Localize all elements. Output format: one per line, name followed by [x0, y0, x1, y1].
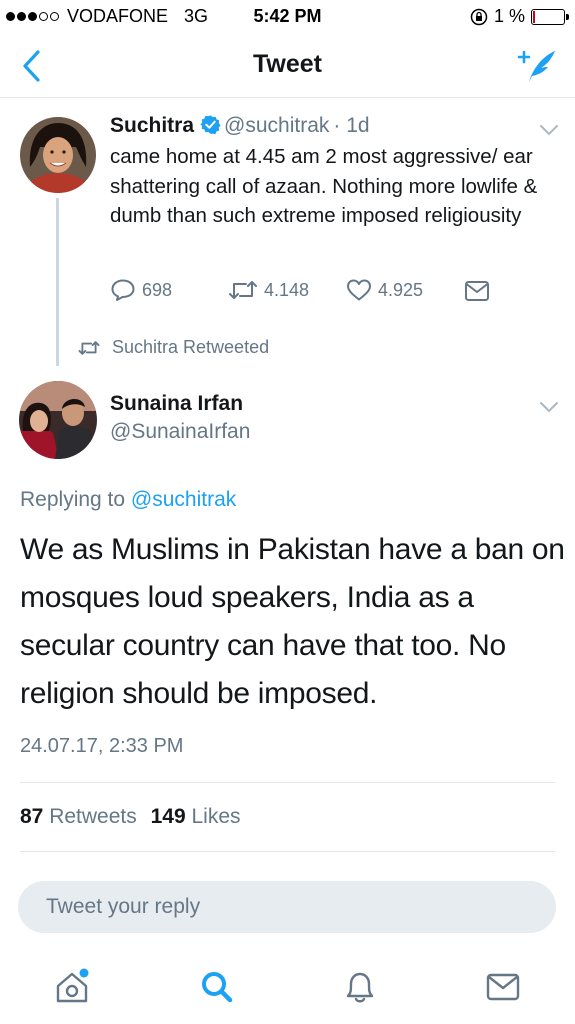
reply-input[interactable]: [18, 881, 556, 933]
divider: [20, 782, 555, 783]
tweet-stats: 87 Retweets 149 Likes: [20, 805, 241, 829]
heart-icon: [347, 279, 371, 301]
like-action[interactable]: 4.925: [346, 278, 423, 302]
page-title: Tweet: [253, 50, 322, 78]
messages-icon[interactable]: [483, 967, 523, 1007]
replying-to-prefix: Replying to: [20, 488, 126, 511]
home-icon[interactable]: [52, 967, 92, 1007]
battery-percent: 1 %: [493, 6, 525, 26]
quoted-tweet-age: · 1d: [333, 114, 370, 137]
tweet-author-name[interactable]: Sunaina Irfan: [110, 392, 250, 416]
tweet-text: We as Muslims in Pakistan have a ban on …: [20, 533, 565, 710]
reply-action[interactable]: 698: [110, 278, 172, 302]
battery-icon: [531, 8, 569, 25]
direct-message-icon[interactable]: [464, 280, 490, 302]
divider: [20, 851, 555, 852]
suchitra-avatar[interactable]: [20, 117, 96, 193]
retweets-label: Retweets: [49, 805, 137, 828]
rotation-lock-icon: [470, 8, 488, 25]
notifications-icon[interactable]: [340, 967, 380, 1007]
retweets-count: 87: [20, 805, 44, 828]
likes-stat[interactable]: 149 Likes: [151, 805, 241, 828]
verified-badge-icon: [200, 115, 221, 135]
quoted-tweet-actions: 698 4.148 4.925: [110, 278, 540, 306]
likes-label: Likes: [191, 805, 241, 828]
tweet-menu-chevron-icon[interactable]: [539, 123, 559, 137]
sunaina-avatar-image: [19, 381, 97, 459]
reply-count: 698: [142, 279, 173, 300]
quoted-author-name[interactable]: Suchitra: [110, 114, 194, 137]
retweet-icon: [229, 281, 257, 299]
tweet-author-handle[interactable]: @SunainaIrfan: [110, 420, 250, 444]
tweet-author-block: Sunaina Irfan @SunainaIrfan: [110, 392, 250, 444]
suchitra-avatar-image: [20, 117, 96, 193]
sunaina-avatar[interactable]: [19, 381, 97, 459]
replying-to-mention[interactable]: @suchitrak: [131, 488, 236, 511]
compose-tweet-icon[interactable]: [515, 46, 559, 86]
tab-bar: [0, 955, 575, 1024]
main-tweet-menu-chevron-icon[interactable]: [539, 400, 559, 414]
retweeted-by-label: Suchitra Retweeted: [78, 337, 269, 358]
likes-count: 149: [150, 805, 186, 828]
quoted-tweet-text: came home at 4.45 am 2 most aggressive/ …: [110, 145, 538, 227]
retweet-count: 4.148: [264, 279, 310, 300]
retweeted-by-text[interactable]: Suchitra Retweeted: [112, 337, 269, 358]
tweet-timestamp: 24.07.17, 2:33 PM: [20, 735, 184, 757]
quoted-author-handle[interactable]: @suchitrak: [224, 114, 329, 137]
replying-to-line: Replying to @suchitrak: [20, 488, 236, 512]
navigation-bar: Tweet: [0, 34, 575, 98]
thread-connector-line: [56, 198, 59, 366]
battery-info: 1 %: [470, 6, 569, 27]
reply-icon: [111, 279, 135, 301]
retweets-stat[interactable]: 87 Retweets: [20, 805, 137, 828]
like-count: 4.925: [378, 279, 424, 300]
reply-box[interactable]: [18, 881, 556, 933]
quoted-tweet-header: Suchitra @suchitrak · 1d: [110, 114, 370, 138]
retweet-indicator-icon: [78, 340, 100, 355]
status-bar: VODAFONE 3G 5:42 PM 1 %: [0, 0, 575, 34]
search-icon[interactable]: [197, 967, 237, 1007]
retweet-action[interactable]: 4.148: [228, 278, 309, 302]
